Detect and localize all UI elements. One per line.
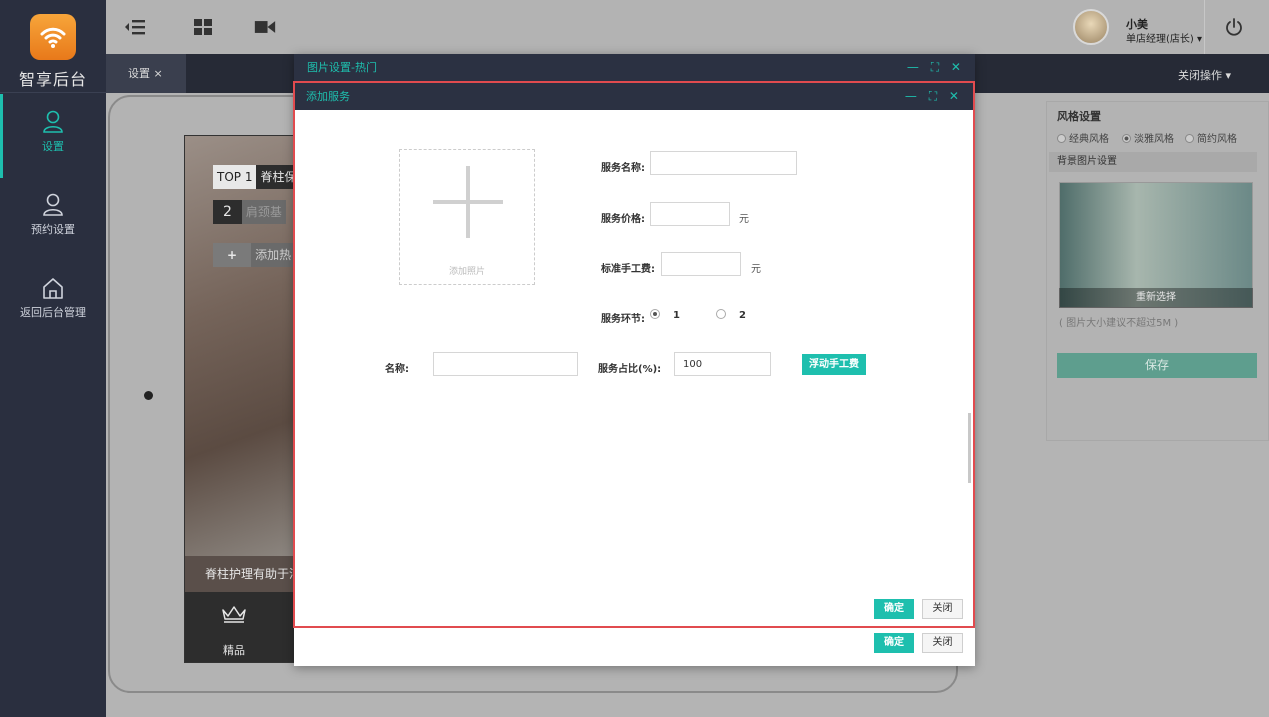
labor-fee-unit: 元	[751, 264, 761, 275]
tab-settings[interactable]: 设置 ×	[106, 54, 186, 93]
rank-badge: 2	[213, 200, 242, 224]
style-option-classic[interactable]: 经典风格	[1057, 130, 1109, 145]
inner-close-button[interactable]: 关闭	[922, 599, 963, 619]
outer-modal-title: 图片设置-热门	[307, 61, 377, 74]
radio-icon	[1122, 134, 1131, 143]
divider	[1204, 0, 1205, 54]
add-photo-label: 添加照片	[448, 267, 485, 277]
background-image-settings: 背景图片设置	[1049, 152, 1257, 172]
labor-fee-input[interactable]	[661, 252, 741, 276]
step-option-2: 2	[739, 310, 746, 321]
outer-modal-header: 图片设置-热门 — ⛶ ✕	[294, 54, 975, 81]
labor-fee-label: 标准手工费:	[601, 264, 655, 275]
image-size-hint: ( 图片大小建议不超过5M )	[1059, 318, 1179, 329]
menu-collapse-icon[interactable]	[124, 17, 146, 37]
save-button[interactable]: 保存	[1057, 353, 1257, 378]
add-photo-upload[interactable]: 添加照片	[399, 149, 535, 285]
name-label: 名称:	[385, 364, 409, 375]
hot-item-1[interactable]: TOP 1 脊柱保	[213, 165, 299, 189]
window-controls[interactable]: — ⛶ ✕	[905, 83, 963, 110]
plus-icon: +	[213, 243, 252, 267]
rank-badge: TOP 1	[213, 165, 257, 189]
reselect-button[interactable]: 重新选择	[1059, 288, 1253, 308]
user-icon	[43, 110, 63, 133]
phone-bottom-nav: 精品	[185, 592, 299, 662]
step-radio-2[interactable]	[716, 309, 726, 319]
sidebar-item-settings[interactable]: 设置	[0, 94, 106, 178]
scrollbar[interactable]	[968, 113, 971, 623]
hot-item-2[interactable]: 2 肩颈基	[213, 200, 299, 224]
sidebar-item-label: 设置	[42, 140, 64, 153]
step-option-1: 1	[673, 310, 680, 321]
grid-icon[interactable]	[192, 17, 214, 37]
style-settings-panel: 风格设置 经典风格 淡雅风格 简约风格 背景图片设置 重新选择 ( 图片大小建议…	[1046, 101, 1269, 441]
hero-photo	[185, 136, 299, 556]
outer-close-button[interactable]: 关闭	[922, 633, 963, 653]
top-bar: 小美 单店经理(店长) ▾	[106, 0, 1269, 54]
float-labor-fee-button[interactable]: 浮动手工费	[802, 354, 866, 375]
radio-icon	[1185, 134, 1194, 143]
service-ratio-input[interactable]	[674, 352, 771, 376]
add-hot-button[interactable]: + 添加热	[213, 243, 299, 267]
outer-confirm-button[interactable]: 确定	[874, 633, 914, 653]
style-option-simple[interactable]: 简约风格	[1185, 130, 1237, 145]
phone-preview: TOP 1 脊柱保 2 肩颈基 + 添加热 脊柱护理有助于消 精品	[184, 135, 300, 663]
sidebar-item-back-admin[interactable]: 返回后台管理	[0, 276, 106, 320]
style-option-elegant[interactable]: 淡雅风格	[1122, 130, 1174, 145]
inner-confirm-button[interactable]: 确定	[874, 599, 914, 619]
step-radio-1[interactable]	[650, 309, 660, 319]
sidebar-item-booking[interactable]: 预约设置	[0, 193, 106, 237]
logo: 智享后台	[0, 0, 106, 93]
nav-label-premium[interactable]: 精品	[223, 642, 245, 658]
brand-name: 智享后台	[18, 70, 87, 89]
price-unit: 元	[739, 214, 749, 225]
window-controls[interactable]: — ⛶ ✕	[907, 54, 965, 81]
device-camera	[144, 391, 153, 400]
scrollbar-thumb[interactable]	[968, 413, 971, 483]
avatar[interactable]	[1073, 9, 1109, 45]
sidebar-item-label: 返回后台管理	[20, 306, 86, 319]
video-icon[interactable]	[254, 17, 276, 37]
service-name-label: 服务名称:	[601, 163, 645, 174]
add-hot-label: 添加热	[251, 243, 296, 267]
outer-modal-footer: 确定 关闭	[294, 628, 975, 666]
service-steps-label: 服务环节:	[601, 314, 645, 325]
sidebar-item-label: 预约设置	[31, 223, 75, 236]
inner-modal-header: 添加服务 — ⛶ ✕	[295, 83, 973, 110]
name-input[interactable]	[433, 352, 578, 376]
wifi-logo-icon	[30, 14, 76, 60]
user-icon	[43, 193, 63, 216]
radio-icon	[1057, 134, 1066, 143]
plus-icon	[466, 166, 470, 238]
home-icon	[43, 278, 63, 299]
service-price-label: 服务价格:	[601, 214, 645, 225]
user-role-dropdown[interactable]: 单店经理(店长) ▾	[1126, 30, 1202, 45]
photo-caption: 脊柱护理有助于消	[185, 556, 299, 592]
crown-icon	[222, 606, 246, 623]
service-name-input[interactable]	[650, 151, 797, 175]
service-ratio-label: 服务占比(%):	[598, 364, 662, 375]
service-price-input[interactable]	[650, 202, 730, 226]
close-operations-dropdown[interactable]: 关闭操作 ▾	[1178, 67, 1231, 83]
hot-item-label: 肩颈基	[241, 200, 286, 224]
inner-modal-title: 添加服务	[306, 90, 350, 103]
style-settings-title: 风格设置	[1057, 110, 1101, 123]
power-icon[interactable]	[1225, 18, 1243, 36]
add-service-modal: 添加服务 — ⛶ ✕ 添加照片 服务名称: 服务价格: 元 标准手工费: 元 服…	[293, 81, 975, 628]
sidebar: 智享后台 设置 预约设置 返回后台管理	[0, 0, 106, 717]
